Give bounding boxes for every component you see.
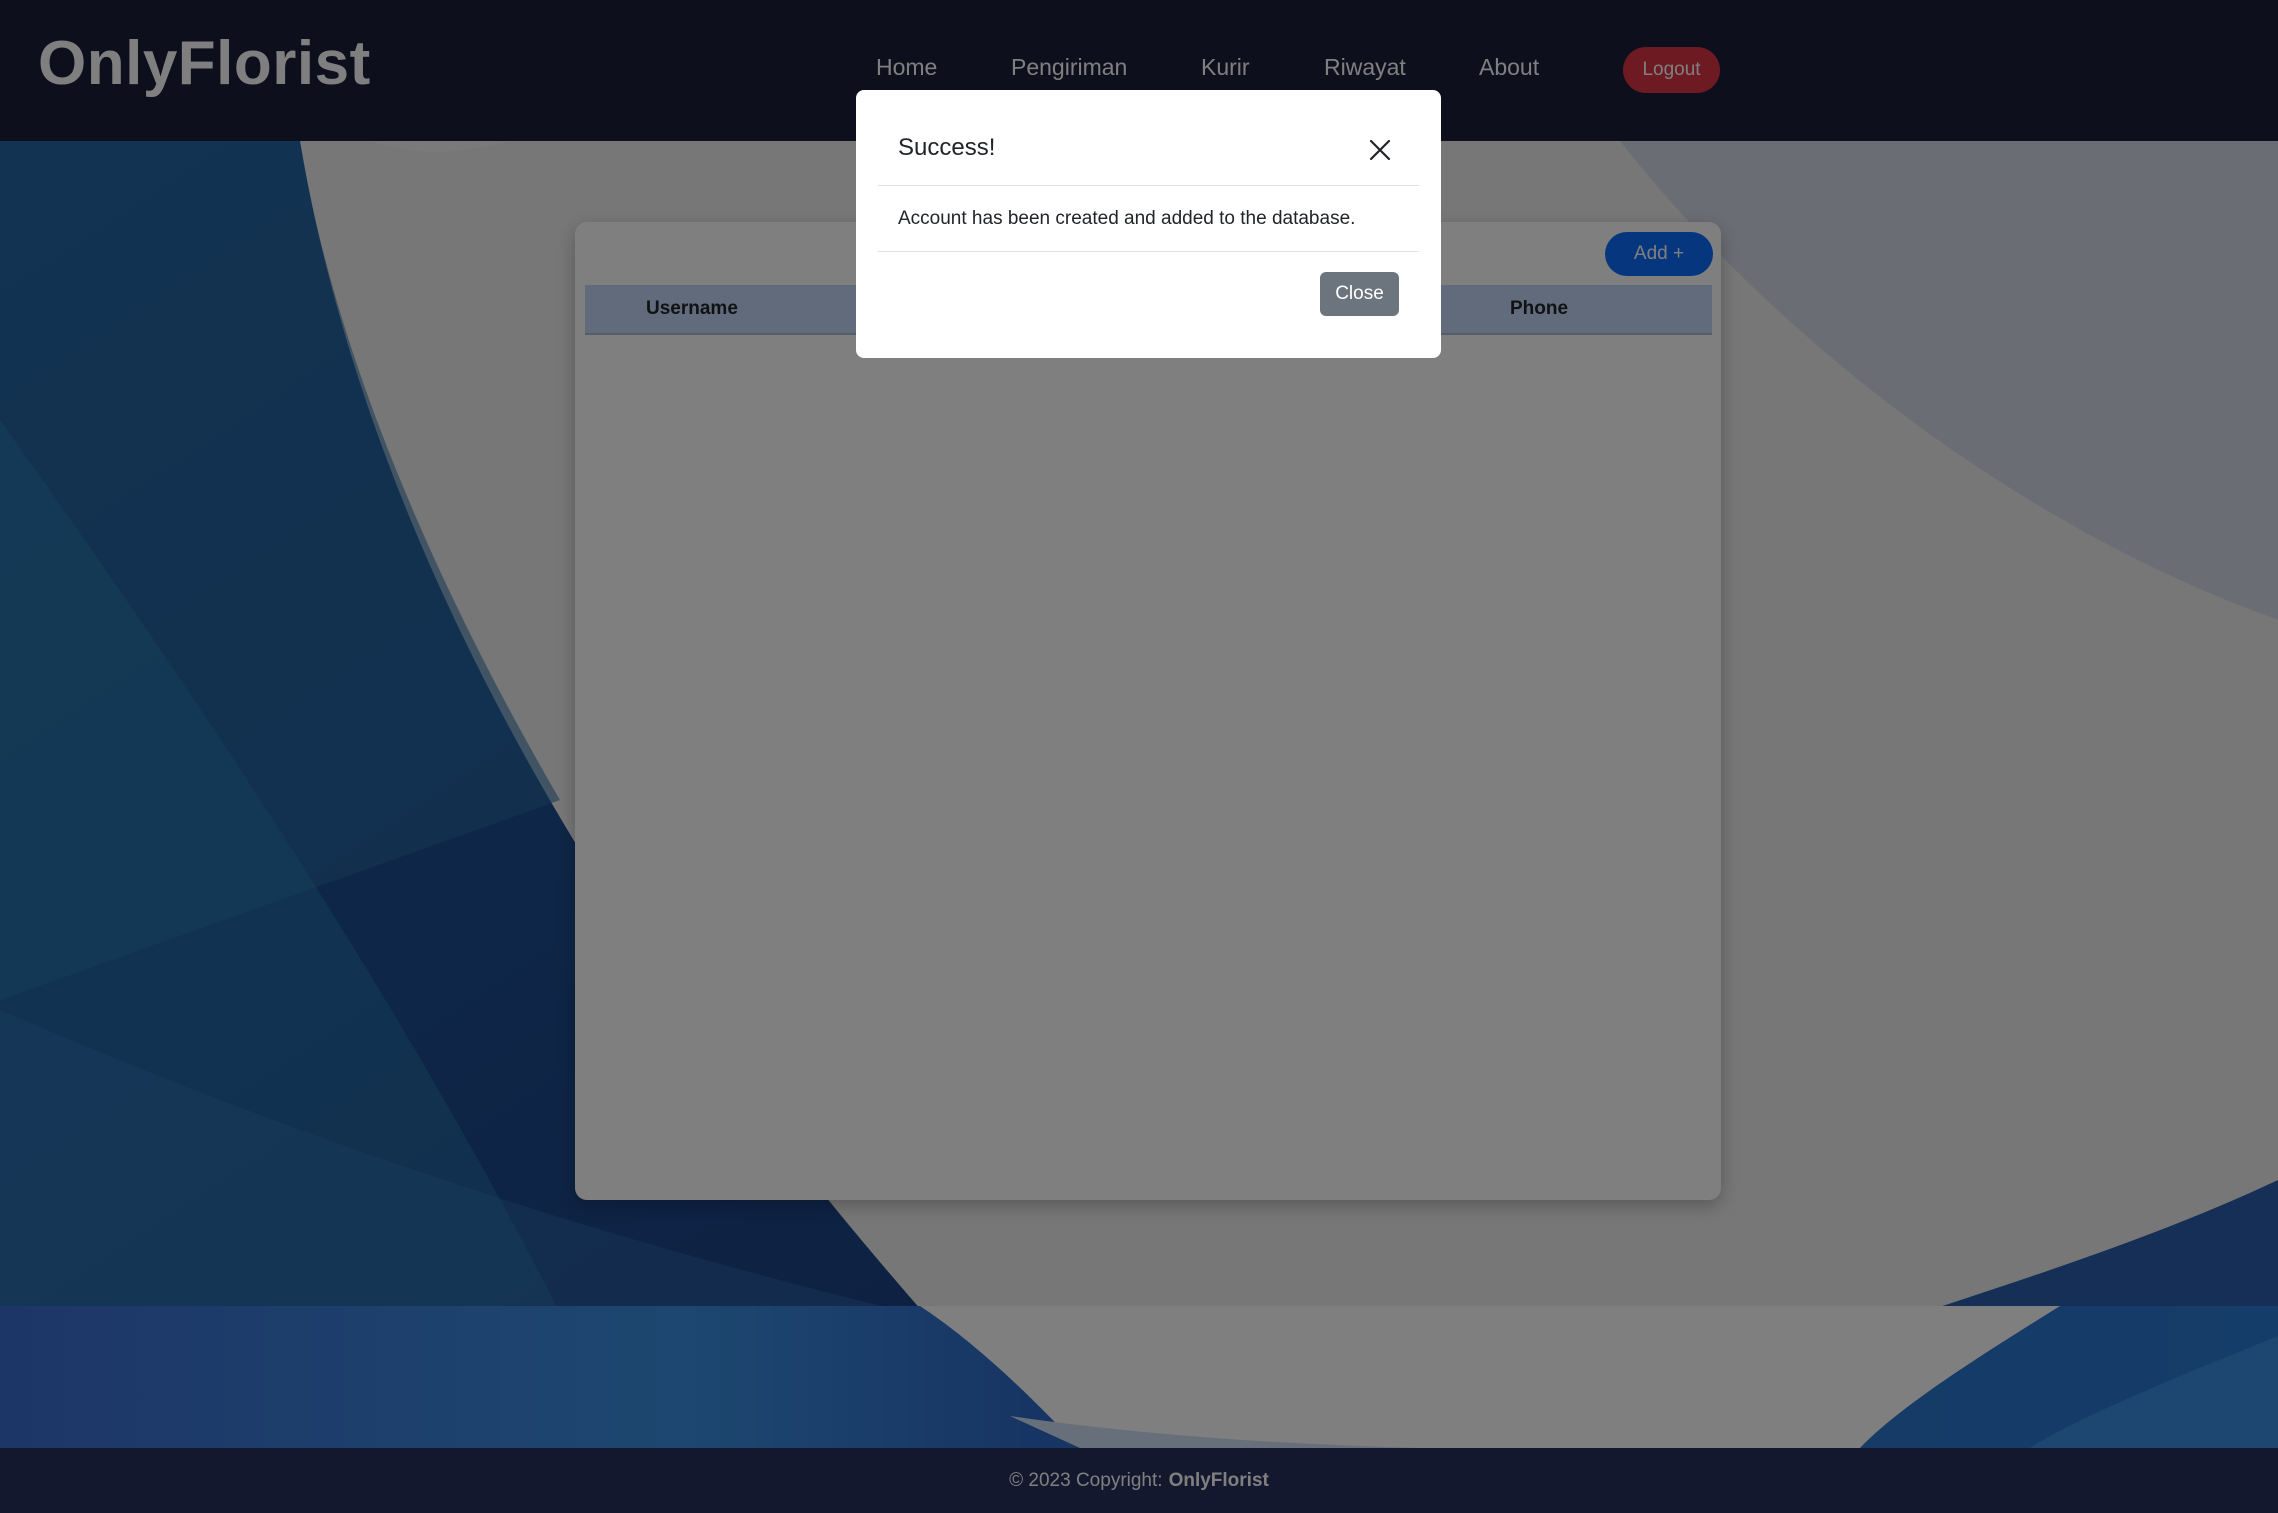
success-modal: Success! Account has been created and ad… [856, 90, 1441, 358]
close-icon[interactable] [1368, 138, 1392, 162]
modal-message: Account has been created and added to th… [898, 208, 1356, 229]
close-button[interactable]: Close [1320, 272, 1399, 316]
modal-header: Success! [878, 90, 1419, 186]
modal-body: Account has been created and added to th… [878, 186, 1419, 252]
modal-title: Success! [898, 134, 996, 161]
